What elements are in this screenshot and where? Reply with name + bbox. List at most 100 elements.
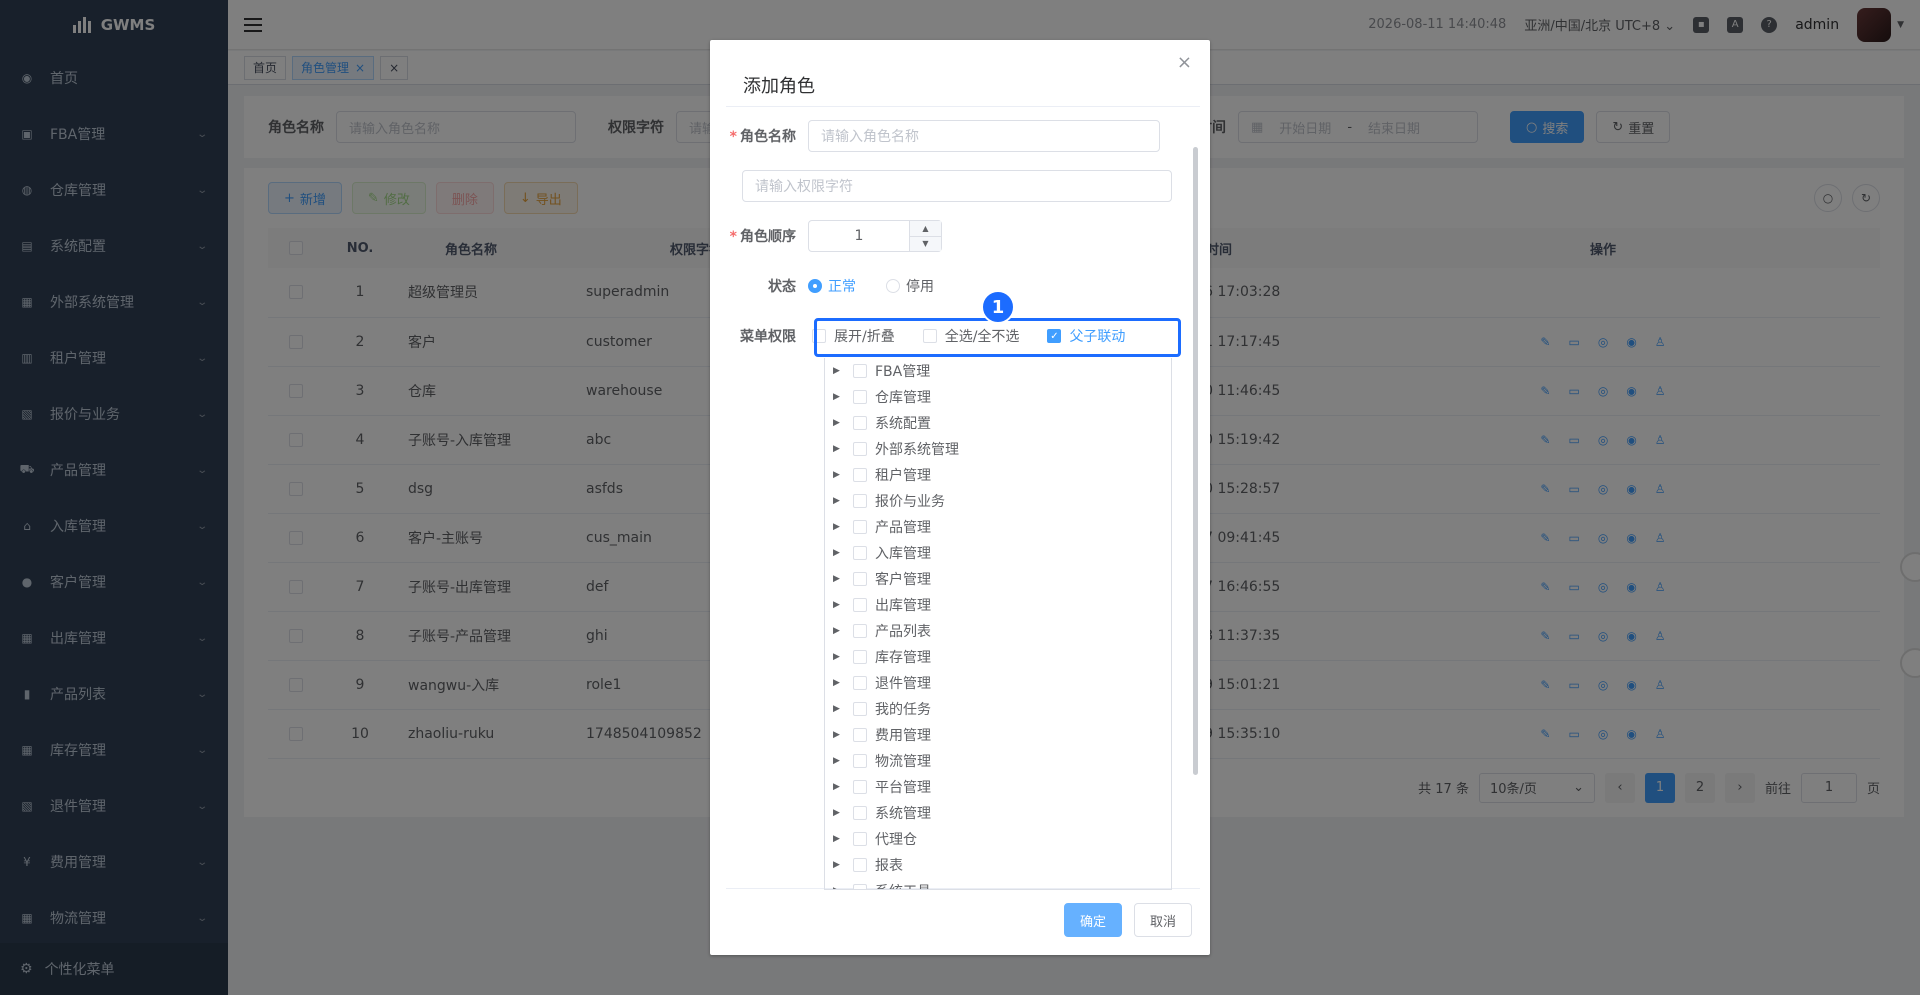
checkbox[interactable]: [853, 572, 867, 586]
tree-node[interactable]: ▶ 物流管理: [825, 748, 1171, 774]
status-disabled-radio[interactable]: 停用: [886, 276, 934, 296]
tree-node-label: 仓库管理: [875, 390, 931, 406]
perm-key-field[interactable]: 请输入权限字符: [742, 170, 1172, 202]
chevron-up-icon[interactable]: ▲: [910, 221, 941, 236]
radio-label: 停用: [906, 279, 934, 295]
tree-node[interactable]: ▶ 报价与业务: [825, 488, 1171, 514]
caret-right-icon[interactable]: ▶: [833, 366, 845, 376]
tree-node-label: 外部系统管理: [875, 442, 959, 458]
tree-node[interactable]: ▶ 产品管理: [825, 514, 1171, 540]
dialog-title: 添加角色: [743, 76, 815, 97]
checkbox[interactable]: [853, 494, 867, 508]
radio-label: 正常: [828, 279, 856, 295]
role-name-row: * 角色名称 请输入角色名称: [726, 120, 1160, 152]
menu-tree: ▶ FBA管理 ▶ 仓库管理 ▶ 系统配置 ▶ 外部系统管理 ▶ 租户管理 ▶ 报价与业务…: [824, 358, 1172, 890]
caret-right-icon[interactable]: ▶: [833, 522, 845, 532]
checkbox[interactable]: [853, 780, 867, 794]
caret-right-icon[interactable]: ▶: [833, 392, 845, 402]
tree-node-label: 产品列表: [875, 624, 931, 640]
tree-node[interactable]: ▶ 租户管理: [825, 462, 1171, 488]
caret-right-icon[interactable]: ▶: [833, 574, 845, 584]
caret-right-icon[interactable]: ▶: [833, 600, 845, 610]
checkbox[interactable]: [853, 416, 867, 430]
tree-node-label: 入库管理: [875, 546, 931, 562]
status-row: 状态 正常 停用: [726, 276, 964, 296]
caret-right-icon[interactable]: ▶: [833, 496, 845, 506]
caret-right-icon[interactable]: ▶: [833, 548, 845, 558]
caret-right-icon[interactable]: ▶: [833, 444, 845, 454]
tree-node[interactable]: ▶ 仓库管理: [825, 384, 1171, 410]
tree-node-label: 租户管理: [875, 468, 931, 484]
caret-right-icon[interactable]: ▶: [833, 418, 845, 428]
checkbox[interactable]: [853, 364, 867, 378]
tree-node-label: 产品管理: [875, 520, 931, 536]
tree-node[interactable]: ▶ 我的任务: [825, 696, 1171, 722]
tree-node[interactable]: ▶ FBA管理: [825, 358, 1171, 384]
caret-right-icon[interactable]: ▶: [833, 626, 845, 636]
tree-node-label: 系统管理: [875, 806, 931, 822]
tree-node[interactable]: ▶ 系统管理: [825, 800, 1171, 826]
checkbox[interactable]: [853, 884, 867, 889]
caret-right-icon[interactable]: ▶: [833, 808, 845, 818]
tree-node[interactable]: ▶ 客户管理: [825, 566, 1171, 592]
checkbox[interactable]: [853, 598, 867, 612]
checkbox[interactable]: [853, 650, 867, 664]
tree-node[interactable]: ▶ 库存管理: [825, 644, 1171, 670]
tree-node-label: 库存管理: [875, 650, 931, 666]
tree-node-label: 报价与业务: [875, 494, 945, 510]
checkbox[interactable]: [853, 624, 867, 638]
menu-perm-label: 菜单权限: [740, 329, 796, 345]
status-normal-radio[interactable]: 正常: [808, 276, 856, 296]
checkbox[interactable]: [853, 806, 867, 820]
tree-node[interactable]: ▶ 代理仓: [825, 826, 1171, 852]
tree-node[interactable]: ▶ 入库管理: [825, 540, 1171, 566]
confirm-button[interactable]: 确定: [1063, 903, 1122, 937]
role-order-stepper[interactable]: 1 ▲ ▼: [808, 220, 942, 252]
cancel-button[interactable]: 取消: [1133, 903, 1192, 937]
tree-node-label: 我的任务: [875, 702, 931, 718]
tree-node[interactable]: ▶ 产品列表: [825, 618, 1171, 644]
dialog-scrollbar[interactable]: [1193, 147, 1198, 775]
tree-node[interactable]: ▶ 平台管理: [825, 774, 1171, 800]
checkbox[interactable]: [853, 468, 867, 482]
role-name-field[interactable]: 请输入角色名称: [808, 120, 1160, 152]
tree-node[interactable]: ▶ 系统工具: [825, 878, 1171, 889]
checkbox[interactable]: [853, 546, 867, 560]
close-icon[interactable]: ×: [1177, 52, 1192, 73]
tree-node-label: 物流管理: [875, 754, 931, 770]
checkbox[interactable]: [853, 858, 867, 872]
annotation-badge: 1: [981, 290, 1015, 324]
placeholder: 请输入权限字符: [755, 179, 853, 195]
checkbox[interactable]: [853, 832, 867, 846]
caret-right-icon[interactable]: ▶: [833, 756, 845, 766]
caret-right-icon[interactable]: ▶: [833, 678, 845, 688]
tree-node[interactable]: ▶ 系统配置: [825, 410, 1171, 436]
tree-node[interactable]: ▶ 出库管理: [825, 592, 1171, 618]
tree-node[interactable]: ▶ 退件管理: [825, 670, 1171, 696]
checkbox[interactable]: [853, 390, 867, 404]
perm-row: 请输入权限字符: [742, 170, 1172, 202]
tree-node[interactable]: ▶ 费用管理: [825, 722, 1171, 748]
checkbox[interactable]: [853, 754, 867, 768]
stepper-value[interactable]: 1: [809, 221, 909, 251]
order-field-label: * 角色顺序: [729, 229, 796, 245]
caret-right-icon[interactable]: ▶: [833, 782, 845, 792]
caret-right-icon[interactable]: ▶: [833, 470, 845, 480]
checkbox[interactable]: [853, 676, 867, 690]
caret-right-icon[interactable]: ▶: [833, 652, 845, 662]
caret-right-icon[interactable]: ▶: [833, 834, 845, 844]
caret-right-icon[interactable]: ▶: [833, 860, 845, 870]
order-row: * 角色顺序 1 ▲ ▼: [726, 220, 942, 252]
caret-right-icon[interactable]: ▶: [833, 730, 845, 740]
caret-right-icon[interactable]: ▶: [833, 704, 845, 714]
tree-node[interactable]: ▶ 外部系统管理: [825, 436, 1171, 462]
checkbox[interactable]: [853, 728, 867, 742]
tree-node-label: 费用管理: [875, 728, 931, 744]
checkbox[interactable]: [853, 520, 867, 534]
caret-right-icon[interactable]: ▶: [833, 886, 845, 889]
tree-node-label: 代理仓: [875, 832, 917, 848]
checkbox[interactable]: [853, 442, 867, 456]
chevron-down-icon[interactable]: ▼: [910, 235, 941, 252]
checkbox[interactable]: [853, 702, 867, 716]
tree-node[interactable]: ▶ 报表: [825, 852, 1171, 878]
